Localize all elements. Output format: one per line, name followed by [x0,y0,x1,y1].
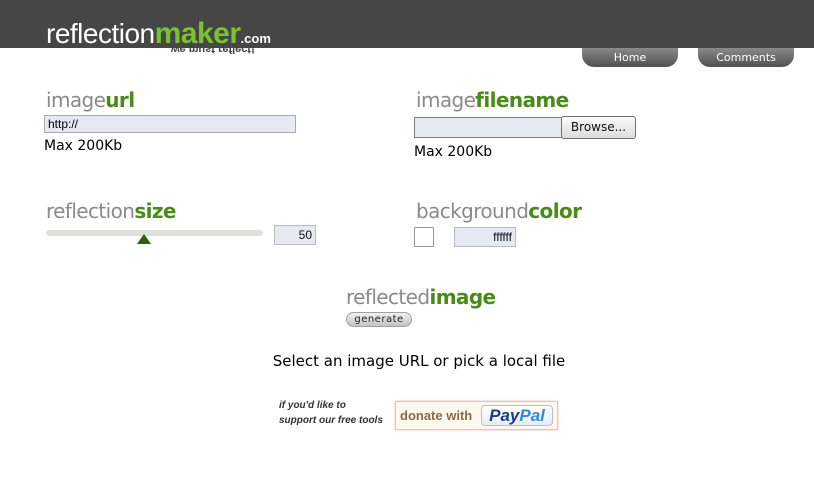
nav-comments-tab[interactable]: Comments [698,48,794,67]
image-url-heading: imageurl [46,88,135,112]
reflection-size-heading: reflectionsize [46,199,176,223]
heading-bold: url [105,88,135,112]
browse-button[interactable]: Browse... [561,116,636,139]
paypal-pal: Pal [519,406,545,425]
logo-tagline: we must reflect! [171,43,255,55]
paypal-pay: Pay [489,406,520,425]
support-text: if you'd like to support our free tools [279,398,394,428]
heading-bold: filename [475,88,569,112]
generate-button[interactable]: generate [346,312,412,327]
heading-bold: color [528,199,582,223]
support-line-2: support our free tools [279,415,383,426]
heading-light: image [46,88,106,112]
heading-light: reflected [346,285,430,309]
image-file-size-note: Max 200Kb [414,144,493,160]
background-color-value[interactable]: ffffff [454,227,516,247]
status-message: Select an image URL or pick a local file [272,352,566,370]
paypal-donate-button[interactable]: donate with PayPal [395,401,558,430]
heading-bold: image [429,285,496,309]
reflected-image-heading: reflectedimage [346,285,496,309]
logo-word-reflection: reflection [46,18,155,49]
support-line-1: if you'd like to [279,400,346,411]
paypal-logo: PayPal [481,405,553,426]
background-color-heading: backgroundcolor [416,199,582,223]
heading-light: reflection [46,199,135,223]
image-url-size-note: Max 200Kb [44,138,123,154]
reflection-size-value[interactable]: 50 [274,225,316,245]
triangle-up-icon[interactable] [136,234,151,244]
heading-bold: size [134,199,176,223]
file-path-field[interactable] [414,117,562,138]
heading-light: image [416,88,476,112]
nav-home-tab[interactable]: Home [582,48,678,67]
image-filename-heading: imagefilename [416,88,569,112]
color-swatch[interactable] [414,227,434,247]
reflection-size-slider[interactable] [46,230,263,236]
donate-with-label: donate with [400,408,473,423]
image-url-input[interactable] [44,115,296,133]
heading-light: background [416,199,529,223]
